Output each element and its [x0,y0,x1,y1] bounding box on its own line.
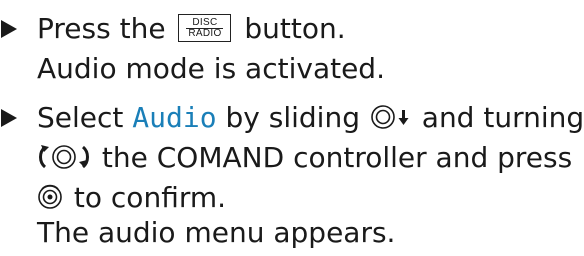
triangle-bullet-icon [0,8,20,50]
step-1-result: Audio mode is activated. [37,52,385,85]
step-1-text-pre: Press the [37,12,166,45]
disc-radio-button-icon: DISC RADIO [178,14,232,42]
step-2-text-line-3: to confirm. [73,181,227,214]
controller-slide-down-icon [371,104,411,130]
step-2-result: The audio menu appears. [37,216,396,249]
step-2-text-pre: Select [37,101,124,134]
step-2-text-mid: by sliding [225,101,360,134]
menu-item-audio-highlight: Audio [132,101,217,134]
step-2-text-post: and turning [421,101,584,134]
instruction-page: Press the DISC RADIO button. Audio mode … [0,0,584,256]
step-2-line-1: Select Audio by sliding and turning [0,97,584,139]
controller-turn-icon [37,144,91,170]
step-2-line-2: the COMAND controller and press [37,137,572,179]
step-1-text-post: button. [244,12,346,45]
triangle-bullet-icon [0,97,20,139]
step-1-line-1: Press the DISC RADIO button. [0,8,584,50]
keycap-bottom-label: RADIO [188,28,222,39]
step-2-text-line-2: the COMAND controller and press [101,141,573,174]
keycap-top-label: DISC [192,17,218,28]
controller-press-icon [37,184,63,210]
